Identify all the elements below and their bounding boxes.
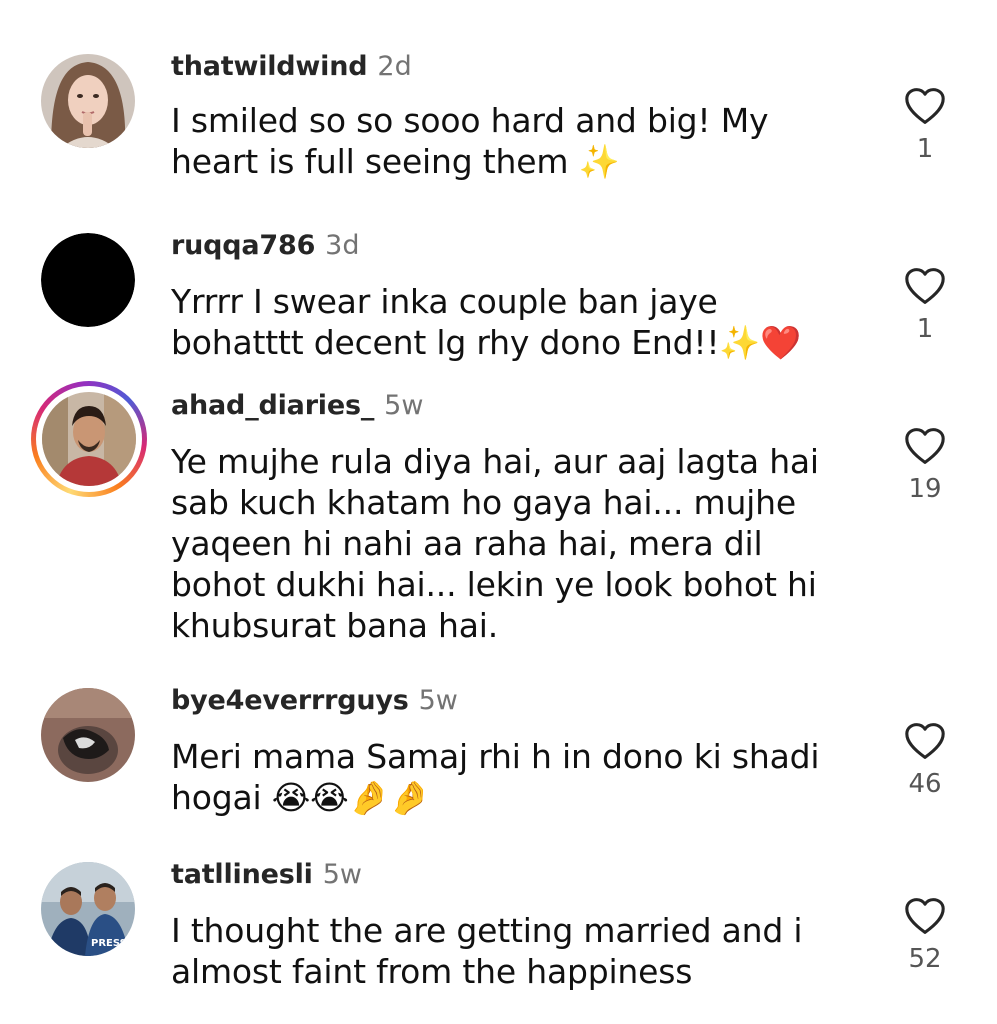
like-button[interactable]: 1: [898, 86, 952, 164]
timestamp: 5w: [384, 390, 424, 421]
avatar[interactable]: PRESS: [41, 862, 135, 956]
timestamp: 5w: [418, 685, 458, 716]
comment-text: Ye mujhe rula diya hai, aur aaj lagta ha…: [171, 442, 819, 645]
like-count: 52: [908, 944, 942, 974]
like-button[interactable]: 1: [898, 266, 952, 344]
press-label: PRESS: [91, 938, 127, 949]
comment-text: Meri mama Samaj rhi h in dono ki shadi h…: [171, 737, 820, 817]
username[interactable]: tatllinesli: [171, 859, 313, 890]
like-count: 19: [908, 474, 942, 504]
timestamp: 5w: [322, 859, 362, 890]
username[interactable]: ahad_diaries_: [171, 390, 374, 421]
heart-outline-icon: [905, 268, 945, 304]
comment-text: I thought the are getting married and i …: [171, 911, 803, 991]
comment-header: ruqqa786 3d: [171, 229, 360, 263]
comment-text: Yrrrr I swear inka couple ban jaye bohat…: [171, 282, 802, 362]
timestamp: 2d: [377, 51, 412, 82]
username[interactable]: ruqqa786: [171, 230, 315, 261]
comment-header: bye4everrrguys 5w: [171, 684, 458, 718]
like-button[interactable]: 52: [898, 896, 952, 974]
comment-header: ahad_diaries_ 5w: [171, 389, 423, 423]
heart-outline-icon: [905, 428, 945, 464]
comment-text: I smiled so so sooo hard and big! My hea…: [171, 101, 769, 181]
avatar[interactable]: [41, 54, 135, 148]
avatar[interactable]: [41, 233, 135, 327]
heart-outline-icon: [905, 723, 945, 759]
heart-outline-icon: [905, 88, 945, 124]
story-ring-avatar[interactable]: [31, 381, 147, 497]
comment-header: tatllinesli 5w: [171, 858, 362, 892]
like-count: 1: [916, 314, 934, 344]
username[interactable]: thatwildwind: [171, 51, 368, 82]
timestamp: 3d: [325, 230, 360, 261]
like-count: 1: [916, 134, 934, 164]
avatar[interactable]: [41, 688, 135, 782]
like-count: 46: [908, 769, 942, 799]
avatar: [42, 392, 136, 486]
comment-header: thatwildwind 2d: [171, 50, 412, 84]
username[interactable]: bye4everrrguys: [171, 685, 409, 716]
like-button[interactable]: 19: [898, 426, 952, 504]
heart-outline-icon: [905, 898, 945, 934]
like-button[interactable]: 46: [898, 721, 952, 799]
